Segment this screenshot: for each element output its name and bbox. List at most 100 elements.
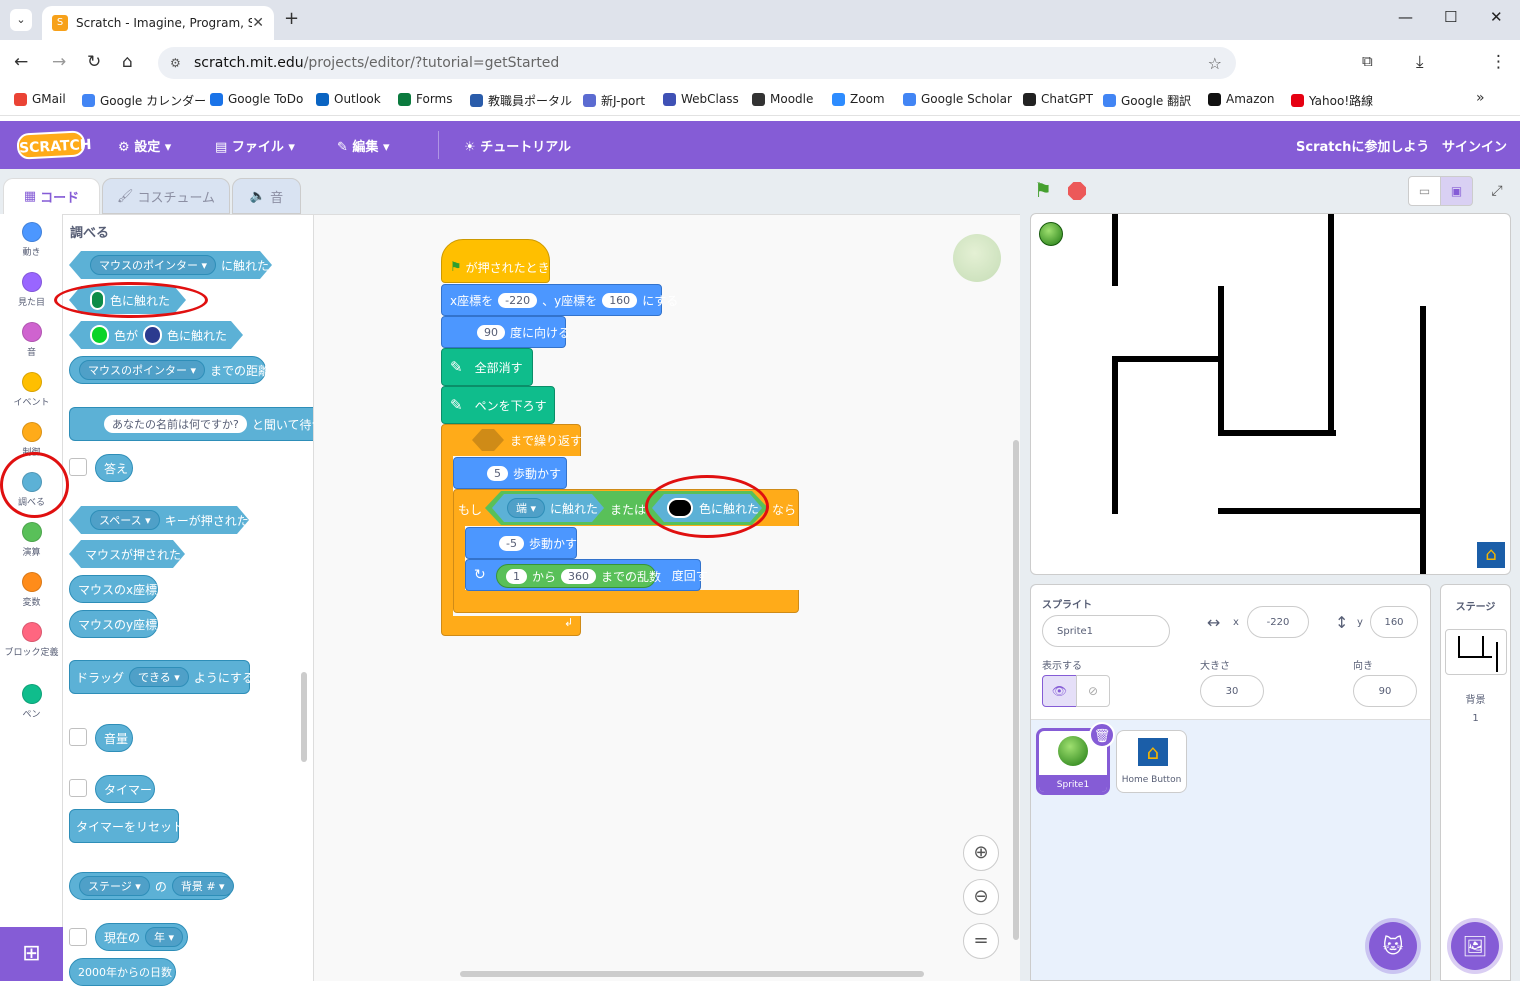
- settings-menu[interactable]: ⚙ 設定 ▾: [118, 136, 171, 155]
- direction-field[interactable]: 90: [1353, 675, 1417, 707]
- answer-block[interactable]: 答え: [95, 454, 133, 482]
- go-to-xy-block[interactable]: x座標を -220 、y座標を 160 にする: [441, 284, 678, 316]
- ask-and-wait-block[interactable]: あなたの名前は何ですか? と聞いて待つ: [69, 407, 323, 441]
- random-to-input[interactable]: 360: [561, 568, 597, 584]
- menu-icon[interactable]: ⋮: [1490, 52, 1507, 72]
- palette-scrollbar[interactable]: [301, 672, 307, 762]
- touching-object-block[interactable]: マウスのポインター ▾ に触れた: [69, 251, 272, 279]
- file-menu[interactable]: ▤ ファイル ▾: [215, 136, 295, 155]
- extensions-icon[interactable]: ⧉: [1362, 52, 1373, 70]
- edge-dropdown[interactable]: 端 ▾: [507, 498, 545, 518]
- new-tab-icon[interactable]: +: [284, 8, 299, 29]
- drag-mode-dropdown[interactable]: できる ▾: [129, 667, 189, 687]
- category-7[interactable]: 演算: [0, 522, 63, 558]
- workspace-vscrollbar[interactable]: [1013, 440, 1019, 940]
- distance-dropdown[interactable]: マウスのポインター ▾: [79, 360, 206, 380]
- category-2[interactable]: 見た目: [0, 272, 63, 308]
- random-from-input[interactable]: 1: [506, 568, 527, 584]
- reload-icon[interactable]: ↻: [87, 52, 101, 72]
- site-info-icon[interactable]: ⚙: [170, 56, 181, 70]
- maximize-icon[interactable]: ☐: [1444, 8, 1457, 26]
- mouse-down-block[interactable]: マウスが押された: [69, 540, 185, 568]
- bookmark-item[interactable]: Outlook: [316, 92, 381, 106]
- bookmark-item[interactable]: 教職員ポータル: [470, 92, 572, 109]
- green-flag-button[interactable]: ⚑: [1034, 178, 1052, 202]
- touching-object-dropdown[interactable]: マウスのポインター ▾: [90, 255, 216, 275]
- sprite-tile[interactable]: ⌂ Home Button: [1116, 730, 1187, 793]
- ask-question-input[interactable]: あなたの名前は何ですか?: [104, 415, 247, 433]
- zoom-reset-button[interactable]: =: [963, 923, 999, 959]
- of-target-dropdown[interactable]: 背景 # ▾: [171, 876, 234, 896]
- bookmark-item[interactable]: Forms: [398, 92, 452, 106]
- zoom-out-button[interactable]: ⊖: [963, 879, 999, 915]
- bookmark-item[interactable]: WebClass: [663, 92, 739, 106]
- key-dropdown[interactable]: スペース ▾: [90, 510, 160, 530]
- tab-sound[interactable]: 🔈 音: [232, 178, 301, 214]
- when-flag-clicked-block[interactable]: ⚑ が押されたとき: [441, 239, 550, 283]
- stop-button[interactable]: [1068, 182, 1086, 200]
- bookmark-item[interactable]: Google カレンダー: [82, 92, 206, 109]
- forward-icon[interactable]: →: [52, 52, 66, 72]
- color-swatch[interactable]: [90, 325, 109, 345]
- join-link[interactable]: Scratchに参加しよう: [1296, 136, 1429, 155]
- y-field[interactable]: 160: [1370, 606, 1418, 638]
- show-hidden-button[interactable]: ⊘: [1076, 675, 1110, 707]
- stage-canvas[interactable]: ⌂: [1030, 213, 1511, 575]
- distance-to-block[interactable]: マウスのポインター ▾ までの距離: [69, 356, 270, 384]
- category-3[interactable]: 音: [0, 322, 63, 358]
- loudness-block[interactable]: 音量: [95, 724, 133, 752]
- bookmark-item[interactable]: Moodle: [752, 92, 813, 106]
- steps-input[interactable]: 5: [487, 465, 508, 481]
- bookmark-item[interactable]: Google 翻訳: [1103, 92, 1191, 109]
- move-steps-block[interactable]: 5 歩動かす: [453, 457, 567, 489]
- color-swatch[interactable]: [143, 325, 162, 345]
- edit-menu[interactable]: ✎ 編集 ▾: [337, 136, 390, 155]
- workspace-hscrollbar[interactable]: [460, 971, 924, 977]
- timer-block[interactable]: タイマー: [95, 775, 155, 803]
- bookmark-item[interactable]: GMail: [14, 92, 66, 106]
- tutorial-menu[interactable]: ☀ チュートリアル: [464, 136, 571, 155]
- bookmark-item[interactable]: 新J-port: [583, 92, 645, 109]
- empty-condition-slot[interactable]: [472, 429, 504, 451]
- small-stage-button[interactable]: ▭: [1408, 176, 1441, 206]
- of-block[interactable]: ステージ ▾ の背景 # ▾: [69, 872, 234, 900]
- days-since-2000-block[interactable]: 2000年からの日数: [69, 958, 176, 986]
- bookmarks-overflow-icon[interactable]: »: [1476, 90, 1485, 106]
- x-input[interactable]: -220: [498, 292, 538, 308]
- pen-down-block[interactable]: ✎ ペンを下ろす: [441, 386, 555, 424]
- close-window-icon[interactable]: ✕: [1490, 8, 1503, 26]
- add-backdrop-button[interactable]: 🖼: [1451, 922, 1499, 970]
- tab-costume[interactable]: 🖌 コスチューム: [102, 178, 230, 214]
- turn-block[interactable]: ↻ 1 から 360 までの乱数 度回す: [465, 559, 708, 591]
- sprite-on-stage[interactable]: [1039, 222, 1063, 246]
- current-unit-dropdown[interactable]: 年 ▾: [145, 927, 184, 947]
- sprite-name-field[interactable]: Sprite1: [1042, 615, 1170, 647]
- add-sprite-button[interactable]: 🐱: [1369, 922, 1417, 970]
- size-field[interactable]: 30: [1200, 675, 1264, 707]
- download-icon[interactable]: ⤓: [1416, 52, 1424, 72]
- pick-random-block[interactable]: 1 から 360 までの乱数: [496, 564, 661, 588]
- loudness-checkbox[interactable]: [69, 728, 87, 746]
- bookmark-item[interactable]: Zoom: [832, 92, 885, 106]
- address-bar[interactable]: ⚙ scratch.mit.edu/projects/editor/?tutor…: [158, 47, 1236, 79]
- steps-input[interactable]: -5: [499, 535, 524, 551]
- set-drag-mode-block[interactable]: ドラッグ できる ▾ ようにする: [69, 660, 254, 694]
- current-checkbox[interactable]: [69, 928, 87, 946]
- home-icon[interactable]: ⌂: [122, 52, 133, 72]
- show-visible-button[interactable]: 👁: [1042, 675, 1077, 707]
- mouse-y-block[interactable]: マウスのy座標: [69, 610, 158, 638]
- touching-edge-block[interactable]: 端 ▾ に触れた: [492, 494, 604, 522]
- bookmark-item[interactable]: ChatGPT: [1023, 92, 1093, 106]
- key-pressed-block[interactable]: スペース ▾ キーが押された: [69, 506, 249, 534]
- bookmark-item[interactable]: Amazon: [1208, 92, 1275, 106]
- color-is-touching-block[interactable]: 色が 色に触れた: [69, 321, 243, 349]
- y-input[interactable]: 160: [602, 292, 638, 308]
- direction-input[interactable]: 90: [477, 324, 505, 340]
- tab-code[interactable]: ▦ コード: [3, 178, 100, 214]
- home-button-sprite-on-stage[interactable]: ⌂: [1477, 542, 1505, 568]
- zoom-in-button[interactable]: ⊕: [963, 835, 999, 871]
- delete-sprite-button[interactable]: 🗑: [1089, 722, 1115, 748]
- move-steps-block[interactable]: -5 歩動かす: [465, 527, 577, 559]
- mouse-x-block[interactable]: マウスのx座標: [69, 575, 158, 603]
- bookmark-star-icon[interactable]: ☆: [1208, 54, 1222, 73]
